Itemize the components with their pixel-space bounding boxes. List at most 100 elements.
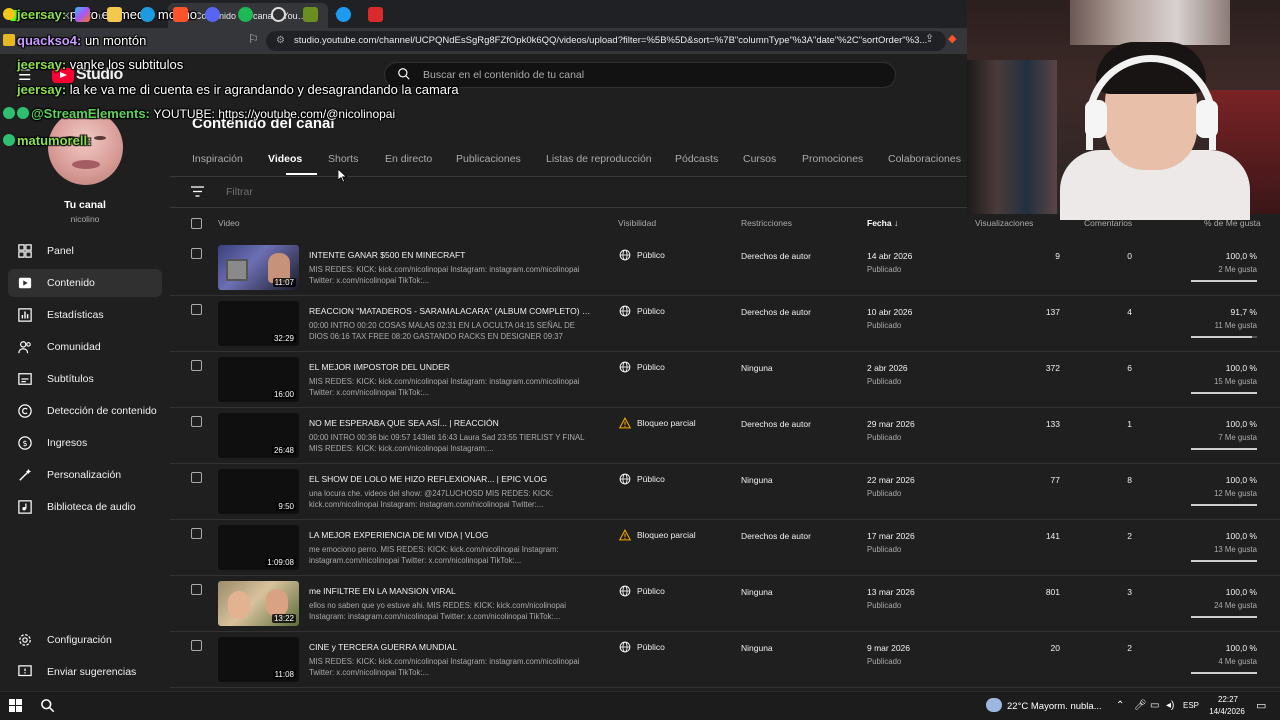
comment-count[interactable]: 3 [1070, 587, 1132, 597]
column-header-date[interactable]: Fecha ↓ [867, 218, 898, 228]
video-title[interactable]: INTENTE GANAR $500 EN MINECRAFT [309, 250, 594, 260]
comment-count[interactable]: 6 [1070, 363, 1132, 373]
video-thumbnail[interactable]: 11:08 [218, 637, 299, 682]
comment-count[interactable]: 0 [1070, 251, 1132, 261]
video-title[interactable]: me INFILTRE EN LA MANSION VIRAL [309, 586, 594, 596]
tab-podcasts[interactable]: Pódcasts [675, 153, 718, 165]
video-title[interactable]: LA MEJOR EXPERIENCIA DE MI VIDA | VLOG [309, 530, 594, 540]
comment-count[interactable]: 2 [1070, 643, 1132, 653]
restriction-text[interactable]: Ninguna [741, 363, 773, 373]
visibility-dropdown[interactable]: Público [619, 473, 665, 485]
table-row[interactable]: 1:09:08 LA MEJOR EXPERIENCIA DE MI VIDA |… [170, 520, 1280, 576]
clock-date[interactable]: 14/4/2026 [1203, 707, 1251, 716]
video-title[interactable]: CINE y TERCERA GUERRA MUNDIAL [309, 642, 594, 652]
file-explorer-icon[interactable] [107, 7, 122, 22]
video-thumbnail[interactable]: 9:50 [218, 469, 299, 514]
column-header-views[interactable]: Visualizaciones [975, 218, 1033, 228]
comment-count[interactable]: 2 [1070, 531, 1132, 541]
chevron-up-icon[interactable]: ⌃ [1116, 700, 1124, 711]
bookmark-icon[interactable]: ⚐ [248, 32, 259, 46]
language-indicator[interactable]: ESP [1183, 701, 1199, 710]
table-row[interactable]: 16:00 EL MEJOR IMPOSTOR DEL UNDER MIS REDE… [170, 352, 1280, 408]
search-input[interactable]: Buscar en el contenido de tu canal [384, 62, 896, 88]
sidebar-item-community[interactable]: Comunidad [8, 333, 162, 361]
notification-icon[interactable]: ▭ [1256, 699, 1266, 712]
brave-shield-icon[interactable]: ◆ [948, 32, 956, 45]
video-title[interactable]: EL MEJOR IMPOSTOR DEL UNDER [309, 362, 594, 372]
restriction-text[interactable]: Ninguna [741, 587, 773, 597]
table-row[interactable]: 11:08 CINE y TERCERA GUERRA MUNDIAL MIS RE… [170, 632, 1280, 688]
clock-time[interactable]: 22:27 [1207, 695, 1249, 704]
visibility-dropdown[interactable]: Público [619, 361, 665, 373]
minecraft-icon[interactable] [303, 7, 318, 22]
address-bar[interactable]: ⚙ studio.youtube.com/channel/UCPQNdEsSgRg… [266, 31, 946, 51]
microphone-icon[interactable]: 🎤︎ [1134, 700, 1147, 711]
table-row[interactable]: 32:29 REACCION "MATADEROS - SARAMALACARA"… [170, 296, 1280, 352]
taskbar-search-icon[interactable] [40, 698, 55, 713]
video-title[interactable]: NO ME ESPERABA QUE SEA ASÍ... | REACCIÓN [309, 418, 594, 428]
weather-text[interactable]: 22°C Mayorm. nubla... [1007, 701, 1102, 712]
video-thumbnail[interactable]: 16:00 [218, 357, 299, 402]
restriction-text[interactable]: Ninguna [741, 643, 773, 653]
visibility-dropdown[interactable]: Bloqueo parcial [619, 529, 696, 541]
tab-colaboraciones[interactable]: Colaboraciones [888, 153, 961, 165]
visibility-dropdown[interactable]: Bloqueo parcial [619, 417, 696, 429]
game-icon[interactable] [368, 7, 383, 22]
windows-start-icon[interactable] [9, 699, 22, 712]
tab-publicaciones[interactable]: Publicaciones [456, 153, 521, 165]
sidebar-item-panel[interactable]: Panel [8, 237, 162, 265]
sidebar-item-feedback[interactable]: Enviar sugerencias [8, 658, 162, 686]
tab-listas[interactable]: Listas de reproducción [546, 153, 652, 165]
sidebar-item-analytics[interactable]: Estadísticas [8, 301, 162, 329]
tab-inspiracion[interactable]: Inspiración [192, 153, 243, 165]
video-thumbnail[interactable]: 32:29 [218, 301, 299, 346]
tab-en-directo[interactable]: En directo [385, 153, 432, 165]
sidebar-item-earn[interactable]: $ Ingresos [8, 429, 162, 457]
volume-icon[interactable]: ◂) [1166, 700, 1174, 711]
row-checkbox[interactable] [191, 248, 202, 259]
restriction-text[interactable]: Ninguna [741, 475, 773, 485]
restriction-text[interactable]: Derechos de autor [741, 251, 811, 261]
comment-count[interactable]: 8 [1070, 475, 1132, 485]
visibility-dropdown[interactable]: Público [619, 249, 665, 261]
sidebar-item-content[interactable]: Contenido [8, 269, 162, 297]
row-checkbox[interactable] [191, 640, 202, 651]
video-title[interactable]: EL SHOW DE LOLO ME HIZO REFLEXIONAR... |… [309, 474, 594, 484]
filter-input[interactable]: Filtrar [226, 186, 253, 198]
comment-count[interactable]: 4 [1070, 307, 1132, 317]
tab-shorts[interactable]: Shorts [328, 153, 358, 165]
brave-icon[interactable] [173, 7, 188, 22]
tab-promociones[interactable]: Promociones [802, 153, 863, 165]
app-icon[interactable] [336, 7, 351, 22]
sidebar-item-audio-library[interactable]: Biblioteca de audio [8, 493, 162, 521]
tab-videos[interactable]: Videos [268, 153, 302, 165]
column-header-visibility[interactable]: Visibilidad [618, 218, 656, 228]
row-checkbox[interactable] [191, 472, 202, 483]
site-settings-icon[interactable]: ⚙ [276, 31, 285, 51]
column-header-restrictions[interactable]: Restricciones [741, 218, 792, 228]
row-checkbox[interactable] [191, 360, 202, 371]
restriction-text[interactable]: Derechos de autor [741, 419, 811, 429]
tab-cursos[interactable]: Cursos [743, 153, 776, 165]
table-row[interactable]: 13:22 me INFILTRE EN LA MANSION VIRAL ello… [170, 576, 1280, 632]
copilot-icon[interactable] [75, 7, 90, 22]
table-row[interactable]: 9:50 EL SHOW DE LOLO ME HIZO REFLEXIONAR.… [170, 464, 1280, 520]
select-all-checkbox[interactable] [191, 218, 202, 229]
share-icon[interactable]: ⇪ [925, 32, 934, 45]
row-checkbox[interactable] [191, 528, 202, 539]
row-checkbox[interactable] [191, 584, 202, 595]
sidebar-item-settings[interactable]: Configuración [8, 626, 162, 654]
table-row[interactable]: 26:48 NO ME ESPERABA QUE SEA ASÍ... | REA… [170, 408, 1280, 464]
row-checkbox[interactable] [191, 416, 202, 427]
sidebar-item-customization[interactable]: Personalización [8, 461, 162, 489]
comment-count[interactable]: 1 [1070, 419, 1132, 429]
filter-icon[interactable] [191, 186, 204, 197]
visibility-dropdown[interactable]: Público [619, 305, 665, 317]
restriction-text[interactable]: Derechos de autor [741, 531, 811, 541]
video-thumbnail[interactable]: 13:22 [218, 581, 299, 626]
network-icon[interactable]: ▭ [1150, 700, 1159, 711]
sidebar-item-subtitles[interactable]: Subtítulos [8, 365, 162, 393]
visibility-dropdown[interactable]: Público [619, 641, 665, 653]
video-thumbnail[interactable]: 1:09:08 [218, 525, 299, 570]
video-title[interactable]: REACCION "MATADEROS - SARAMALACARA" (ALB… [309, 306, 594, 316]
